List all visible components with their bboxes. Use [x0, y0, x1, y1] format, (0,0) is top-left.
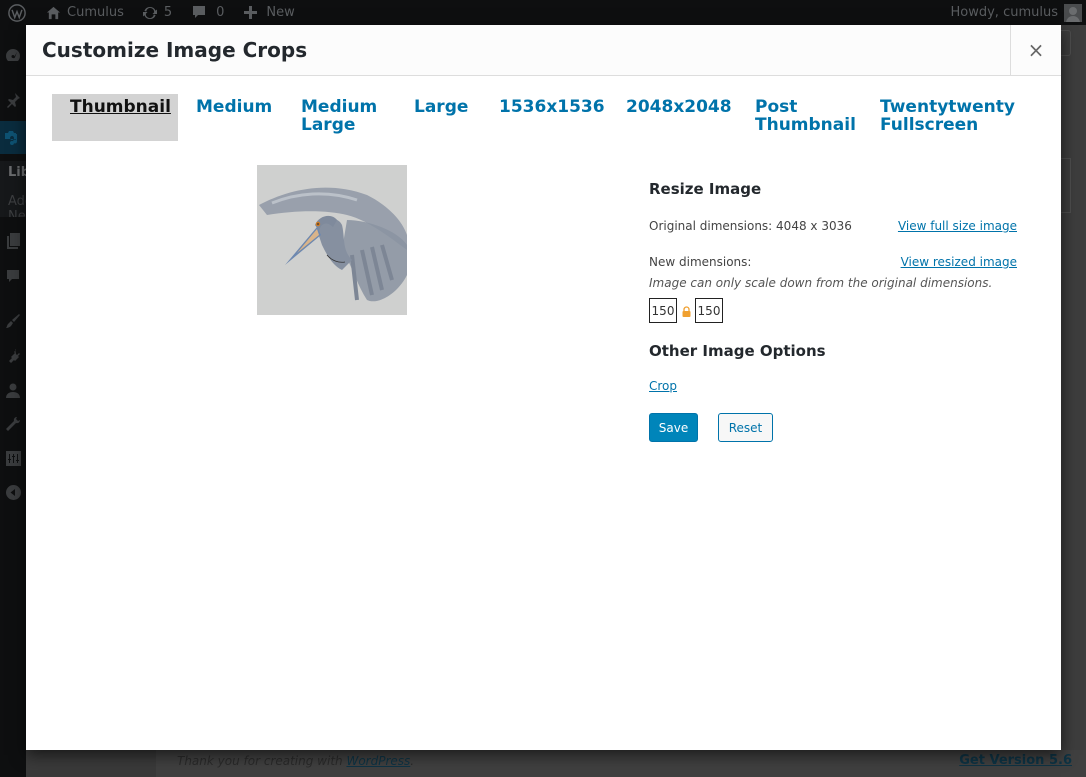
footer-thanks-text: Thank you for creating with: [177, 754, 347, 768]
pin-icon: [7, 93, 20, 108]
admin-footer: Thank you for creating with WordPress. G…: [156, 750, 1086, 777]
background-page: [1061, 25, 1086, 777]
tab-thumbnail[interactable]: Thumbnail: [52, 94, 178, 141]
settings-icon: [5, 450, 21, 466]
comments-icon: [7, 269, 19, 282]
comments-count: 0: [216, 5, 225, 20]
close-icon: ×: [1027, 38, 1045, 62]
sidebar-item-dashboard[interactable]: [0, 44, 26, 66]
admin-bar: Cumulus 5 0 New Howdy, cumulus: [0, 0, 1086, 25]
tab-label: Thumbnail: [70, 97, 171, 117]
tab-label-line2: Large: [301, 115, 356, 135]
modal-header: Customize Image Crops ×: [26, 25, 1061, 76]
new-label: New: [266, 5, 295, 20]
tab-label-line2: Fullscreen: [880, 115, 979, 135]
customize-image-crops-modal: Customize Image Crops × Thumbnail Medium…: [26, 25, 1061, 750]
new-dimensions-label: New dimensions:: [649, 255, 752, 269]
resize-heading: Resize Image: [649, 180, 762, 198]
scale-note: Image can only scale down from the origi…: [649, 276, 993, 290]
sidebar-item-plugins[interactable]: [0, 345, 26, 367]
sidebar-item-tools[interactable]: [0, 413, 26, 435]
tab-2048x2048[interactable]: 2048x2048: [626, 94, 732, 116]
original-dimensions: Original dimensions: 4048 x 3036: [649, 219, 852, 233]
original-dimensions-row: Original dimensions: 4048 x 3036 View fu…: [649, 219, 1017, 233]
tab-label: 1536x1536: [499, 97, 605, 117]
tab-label: Large: [414, 97, 469, 117]
comment-icon: [193, 6, 206, 18]
height-input[interactable]: 150: [695, 298, 723, 323]
tab-twentytwenty-fullscreen[interactable]: Twentytwenty Fullscreen: [880, 94, 1015, 134]
pages-icon: [7, 233, 20, 249]
sidebar-item-users[interactable]: [0, 379, 26, 401]
save-button[interactable]: Save: [649, 413, 698, 442]
updates-icon: [142, 6, 157, 19]
view-full-size-link[interactable]: View full size image: [898, 219, 1017, 233]
sidebar-item-appearance[interactable]: [0, 310, 26, 332]
width-input[interactable]: 150: [649, 298, 677, 323]
tab-1536x1536[interactable]: 1536x1536: [499, 94, 605, 116]
tab-label: Post: [755, 97, 798, 117]
tab-medium[interactable]: Medium: [196, 94, 272, 116]
users-icon: [6, 383, 20, 398]
sidebar-item-posts[interactable]: [0, 89, 26, 111]
other-options-heading: Other Image Options: [649, 342, 826, 360]
modal-title: Customize Image Crops: [42, 38, 308, 62]
admin-sidebar: Library Add New: [0, 25, 26, 777]
site-name: Cumulus: [67, 5, 124, 20]
wordpress-link[interactable]: WordPress: [346, 754, 410, 768]
home-icon: [46, 6, 61, 19]
close-button[interactable]: ×: [1010, 25, 1061, 75]
footer-thanks-suffix: .: [410, 754, 415, 768]
sidebar-item-settings[interactable]: [0, 447, 26, 469]
appearance-icon: [6, 314, 20, 328]
tab-label: Twentytwenty: [880, 97, 1015, 117]
plus-icon: [244, 6, 258, 19]
thumbnail-preview-image: [257, 165, 407, 315]
avatar: [1064, 3, 1082, 22]
account-menu[interactable]: Howdy, cumulus: [951, 0, 1086, 25]
comments-link[interactable]: 0: [180, 0, 232, 25]
reset-button[interactable]: Reset: [718, 413, 773, 442]
tab-post-thumbnail[interactable]: Post Thumbnail: [755, 94, 856, 134]
sidebar-sub-add-new[interactable]: Add New: [8, 194, 26, 217]
wordpress-logo-icon: [8, 3, 26, 22]
tab-medium-large[interactable]: Medium Large: [301, 94, 377, 134]
updates-link[interactable]: 5: [132, 0, 180, 25]
tab-label-line2: Thumbnail: [755, 115, 856, 135]
updates-count: 5: [163, 5, 173, 20]
wordpress-logo-button[interactable]: [0, 0, 34, 25]
crop-link[interactable]: Crop: [649, 379, 677, 393]
background-element: [1061, 30, 1071, 56]
tab-label: Medium: [301, 97, 378, 117]
tab-label: Medium: [196, 97, 273, 117]
sidebar-collapse[interactable]: [0, 481, 26, 503]
tools-icon: [6, 416, 21, 431]
tab-large[interactable]: Large: [414, 94, 468, 116]
resize-panel: Resize Image Original dimensions: 4048 x…: [649, 180, 1019, 442]
background-element: [1061, 158, 1071, 213]
get-version-link[interactable]: Get Version 5.6: [959, 753, 1072, 768]
dashboard-icon: [6, 49, 20, 61]
greeting: Howdy, cumulus: [950, 5, 1059, 20]
site-name-link[interactable]: Cumulus: [34, 0, 132, 25]
sidebar-item-comments[interactable]: [0, 265, 26, 287]
sidebar-sub-library[interactable]: Library: [8, 165, 26, 180]
sidebar-item-media[interactable]: [0, 121, 26, 154]
sidebar-item-pages[interactable]: [0, 230, 26, 252]
crop-size-tabs: Thumbnail Medium Medium Large Large 1536…: [52, 94, 1042, 144]
collapse-icon: [5, 484, 21, 500]
new-dimensions-row: New dimensions: View resized image: [649, 255, 1017, 269]
footer-thanks: Thank you for creating with WordPress.: [177, 754, 414, 768]
media-icon: [5, 130, 18, 145]
tab-label: 2048x2048: [626, 97, 732, 117]
plugins-icon: [9, 349, 20, 363]
lock-icon[interactable]: [682, 306, 691, 317]
view-resized-link[interactable]: View resized image: [901, 255, 1017, 269]
new-content-link[interactable]: New: [232, 0, 302, 25]
media-submenu: Library Add New: [0, 161, 26, 217]
